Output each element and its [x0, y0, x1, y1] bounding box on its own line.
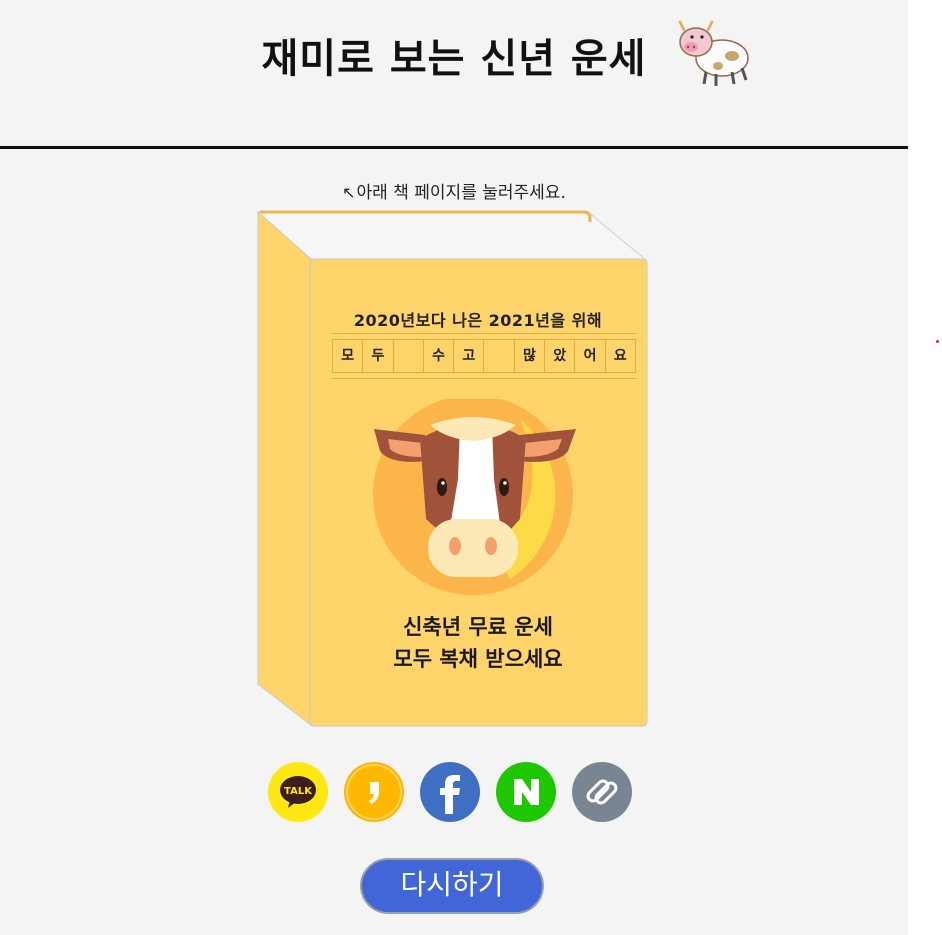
arrow-icon: ↖ — [342, 183, 356, 202]
link-icon — [572, 762, 632, 822]
page-title: 재미로 보는 신년 운세 — [261, 36, 647, 82]
cow-face-icon — [373, 399, 576, 595]
grid-bottom-line — [332, 378, 636, 379]
kakaostory-icon — [344, 762, 404, 822]
grid-cell: 어 — [575, 340, 606, 372]
grid-cell: 요 — [613, 348, 627, 364]
grid-cell: 두 — [363, 340, 394, 372]
grid-cell — [394, 340, 424, 372]
grid-cell: 고 — [454, 340, 485, 372]
grid-cell: 많 — [515, 340, 546, 372]
kakaotalk-icon: TALK — [268, 762, 328, 822]
grid-cell: 았 — [545, 340, 576, 372]
facebook-share-button[interactable] — [420, 762, 480, 822]
kakaostory-share-button[interactable] — [344, 762, 404, 822]
header-divider — [0, 146, 908, 149]
grid-cell: 수 — [424, 340, 455, 372]
grid-cell: 모 — [333, 340, 364, 372]
book-subtitle: 2020년보다 나은 2021년을 위해 — [353, 311, 603, 330]
hint-text: 아래 책 페이지를 눌러주세요. — [356, 183, 566, 203]
facebook-icon — [420, 762, 480, 822]
kakaotalk-share-button[interactable]: TALK — [268, 762, 328, 822]
stray-dot — [936, 340, 939, 343]
grid-cell — [484, 340, 515, 372]
retry-button[interactable]: 다시하기 — [360, 858, 544, 914]
grid-top-line — [332, 333, 636, 334]
cover-line-1: 신축년 무료 운세 — [403, 615, 553, 639]
cover-line-2: 모두 복채 받으세요 — [393, 647, 563, 671]
cow-mascot-icon — [678, 20, 749, 86]
fortune-book[interactable]: 2020년보다 나은 2021년을 위해 모 두 수 고 많 았 어 요 신축년… — [256, 210, 648, 728]
instruction-hint: ↖아래 책 페이지를 눌러주세요. — [0, 178, 908, 203]
book-cover[interactable]: 2020년보다 나은 2021년을 위해 모 두 수 고 많 았 어 요 신축년… — [310, 259, 646, 726]
message-grid: 모 두 수 고 많 았 어 요 — [332, 339, 636, 373]
kakaotalk-label: TALK — [284, 786, 313, 797]
naver-share-button[interactable] — [496, 762, 556, 822]
naver-icon — [496, 762, 556, 822]
copy-link-button[interactable] — [572, 762, 632, 822]
